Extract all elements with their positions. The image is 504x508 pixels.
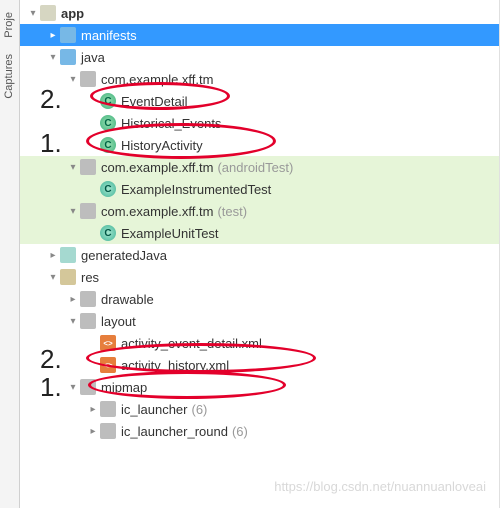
node-label: Historical_Events (121, 116, 221, 131)
class-icon: C (100, 137, 116, 153)
node-label: res (81, 270, 99, 285)
tree-node-xml-history[interactable]: ▸ <> activity_history.xml (20, 354, 499, 376)
chevron-down-icon[interactable]: ▾ (46, 272, 60, 283)
folder-icon (80, 291, 96, 307)
folder-icon (60, 27, 76, 43)
node-count: (6) (192, 402, 208, 417)
node-label: java (81, 50, 105, 65)
chevron-right-icon[interactable]: ▸ (86, 404, 100, 415)
tab-captures[interactable]: Captures (0, 46, 19, 107)
node-label: com.example.xff.tm (101, 160, 213, 175)
chevron-right-icon[interactable]: ▸ (66, 294, 80, 305)
node-suffix: (androidTest) (217, 160, 293, 175)
folder-icon (60, 247, 76, 263)
chevron-down-icon[interactable]: ▾ (26, 8, 40, 19)
tree-node-class-historical[interactable]: ▸ C Historical_Events (20, 112, 499, 134)
node-label: ExampleInstrumentedTest (121, 182, 271, 197)
node-label: ic_launcher_round (121, 424, 228, 439)
tree-node-package-test[interactable]: ▾ com.example.xff.tm (test) (20, 200, 499, 222)
chevron-down-icon[interactable]: ▾ (66, 206, 80, 217)
package-icon (80, 203, 96, 219)
tree-node-package-androidtest[interactable]: ▾ com.example.xff.tm (androidTest) (20, 156, 499, 178)
tree-node-class-historyactivity[interactable]: ▸ C HistoryActivity (20, 134, 499, 156)
node-count: (6) (232, 424, 248, 439)
class-icon: C (100, 93, 116, 109)
project-tree: ▾ app ▸ manifests ▾ java ▾ com.example.x… (20, 0, 500, 508)
xml-icon: <> (100, 357, 116, 373)
chevron-right-icon[interactable]: ▸ (86, 426, 100, 437)
class-icon: C (100, 115, 116, 131)
tree-node-res[interactable]: ▾ res (20, 266, 499, 288)
tree-node-java[interactable]: ▾ java (20, 46, 499, 68)
tree-node-drawable[interactable]: ▸ drawable (20, 288, 499, 310)
class-icon: C (100, 181, 116, 197)
node-label: ic_launcher (121, 402, 188, 417)
node-label: com.example.xff.tm (101, 204, 213, 219)
tab-project[interactable]: Proje (0, 4, 19, 46)
node-label: HistoryActivity (121, 138, 203, 153)
node-label: generatedJava (81, 248, 167, 263)
tree-node-mipmap[interactable]: ▾ mipmap (20, 376, 499, 398)
tree-node-class-instrtest[interactable]: ▸ C ExampleInstrumentedTest (20, 178, 499, 200)
tree-node-generatedjava[interactable]: ▸ generatedJava (20, 244, 499, 266)
tree-node-ic-launcher-round[interactable]: ▸ ic_launcher_round (6) (20, 420, 499, 442)
chevron-down-icon[interactable]: ▾ (66, 162, 80, 173)
class-icon: C (100, 225, 116, 241)
node-suffix: (test) (217, 204, 247, 219)
tool-window-tabs: Proje Captures (0, 0, 20, 508)
tree-node-layout[interactable]: ▾ layout (20, 310, 499, 332)
folder-icon (80, 379, 96, 395)
folder-icon (60, 269, 76, 285)
chevron-right-icon[interactable]: ▸ (46, 250, 60, 261)
package-icon (80, 71, 96, 87)
node-label: activity_history.xml (121, 358, 229, 373)
node-label: drawable (101, 292, 154, 307)
chevron-down-icon[interactable]: ▾ (66, 382, 80, 393)
tree-node-class-unittest[interactable]: ▸ C ExampleUnitTest (20, 222, 499, 244)
tree-node-ic-launcher[interactable]: ▸ ic_launcher (6) (20, 398, 499, 420)
chevron-right-icon[interactable]: ▸ (46, 30, 60, 41)
chevron-down-icon[interactable]: ▾ (46, 52, 60, 63)
node-label: app (61, 6, 84, 21)
tree-node-app[interactable]: ▾ app (20, 2, 499, 24)
tree-node-manifests[interactable]: ▸ manifests (20, 24, 499, 46)
chevron-down-icon[interactable]: ▾ (66, 316, 80, 327)
folder-icon (100, 423, 116, 439)
tree-node-xml-eventdetail[interactable]: ▸ <> activity_event_detail.xml (20, 332, 499, 354)
node-label: layout (101, 314, 136, 329)
tree-node-package-main[interactable]: ▾ com.example.xff.tm (20, 68, 499, 90)
chevron-down-icon[interactable]: ▾ (66, 74, 80, 85)
tree-node-class-eventdetail[interactable]: ▸ C EventDetail (20, 90, 499, 112)
node-label: com.example.xff.tm (101, 72, 213, 87)
node-label: manifests (81, 28, 137, 43)
node-label: ExampleUnitTest (121, 226, 219, 241)
folder-icon (80, 313, 96, 329)
node-label: activity_event_detail.xml (121, 336, 262, 351)
package-icon (80, 159, 96, 175)
xml-icon: <> (100, 335, 116, 351)
folder-icon (100, 401, 116, 417)
node-label: mipmap (101, 380, 147, 395)
folder-icon (60, 49, 76, 65)
module-icon (40, 5, 56, 21)
node-label: EventDetail (121, 94, 187, 109)
